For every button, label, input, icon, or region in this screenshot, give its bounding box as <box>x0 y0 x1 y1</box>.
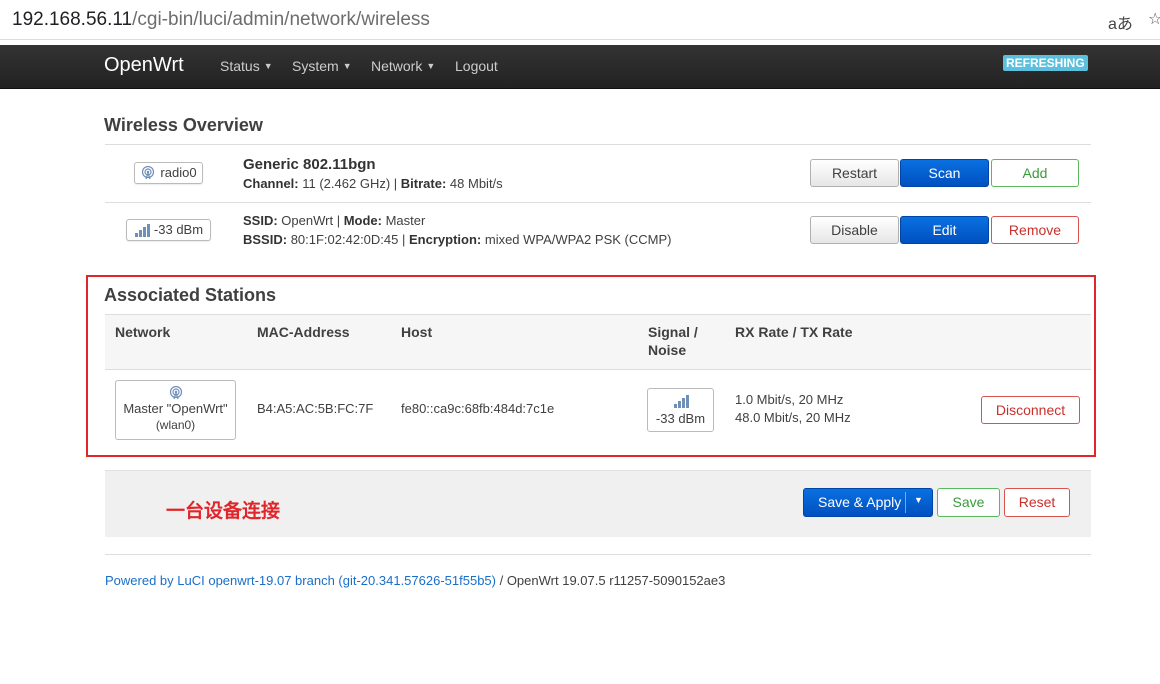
save-button[interactable]: Save <box>937 488 1000 517</box>
wireless-overview-title: Wireless Overview <box>104 115 263 135</box>
dropdown-caret-icon[interactable]: ▼ <box>914 495 923 505</box>
signal-bars-icon <box>134 224 150 237</box>
caret-down-icon: ▼ <box>342 61 352 71</box>
footer: Powered by LuCI openwrt-19.07 branch (gi… <box>105 573 725 588</box>
reset-button[interactable]: Reset <box>1004 488 1070 517</box>
disconnect-button[interactable]: Disconnect <box>981 396 1080 424</box>
col-rate: RX Rate / TX Rate <box>735 324 853 340</box>
network-ssid-line: SSID: OpenWrt | Mode: Master <box>243 213 426 228</box>
station-network-name: Master "OpenWrt" <box>123 401 228 416</box>
radio-badge: radio0 <box>134 162 203 184</box>
device-details: Channel: 11 (2.462 GHz) | Bitrate: 48 Mb… <box>243 176 503 191</box>
refreshing-badge[interactable]: REFRESHING <box>1003 55 1088 71</box>
menu-network[interactable]: Network ▼ <box>371 58 435 74</box>
menu-system[interactable]: System ▼ <box>292 58 352 74</box>
save-apply-button[interactable]: Save & Apply ▼ <box>803 488 933 517</box>
associated-stations-title: Associated Stations <box>104 285 277 305</box>
url-host: 192.168.56.11 <box>12 9 133 30</box>
edit-button[interactable]: Edit <box>900 216 989 244</box>
split-divider <box>905 492 906 513</box>
divider <box>105 202 1091 203</box>
footer-version: / OpenWrt 19.07.5 r11257-5090152ae3 <box>495 573 726 588</box>
col-mac: MAC-Address <box>257 324 350 340</box>
menu-status[interactable]: Status ▼ <box>220 58 273 74</box>
brand-logo[interactable]: OpenWrt <box>104 54 184 77</box>
radio-badge-label: radio0 <box>160 165 197 180</box>
divider <box>105 554 1091 555</box>
remove-button[interactable]: Remove <box>991 216 1079 244</box>
translate-icon[interactable]: aあ <box>1108 10 1133 34</box>
save-apply-label: Save & Apply <box>818 494 902 510</box>
wifi-icon <box>142 165 155 180</box>
restart-button[interactable]: Restart <box>810 159 899 187</box>
col-host: Host <box>401 324 433 340</box>
device-name: Generic 802.11bgn <box>243 156 376 173</box>
divider <box>105 144 1091 145</box>
signal-badge: -33 dBm <box>126 219 211 241</box>
station-signal-badge: -33 dBm <box>647 388 714 432</box>
add-button[interactable]: Add <box>991 159 1079 187</box>
station-tx-rate: 48.0 Mbit/s, 20 MHz <box>735 410 851 425</box>
url-path: /cgi-bin/luci/admin/network/wireless <box>132 9 430 30</box>
caret-down-icon: ▼ <box>263 61 273 71</box>
favorite-icon[interactable]: ☆ <box>1148 9 1160 29</box>
annotation-note: 一台设备连接 <box>166 500 281 522</box>
station-network-iface: (wlan0) <box>155 418 196 432</box>
network-bssid-line: BSSID: 80:1F:02:42:0D:45 | Encryption: m… <box>243 232 672 247</box>
luci-link[interactable]: Powered by LuCI openwrt-19.07 branch (gi… <box>105 573 496 588</box>
station-signal-value: -33 dBm <box>655 411 706 426</box>
signal-bars-icon <box>673 395 689 408</box>
top-navbar: OpenWrt Status ▼ System ▼ Network ▼ Logout … <box>0 45 1160 89</box>
station-mac: B4:A5:AC:5B:FC:7F <box>257 401 374 416</box>
wifi-icon <box>169 385 182 400</box>
menu-logout[interactable]: Logout <box>455 58 498 74</box>
disable-button[interactable]: Disable <box>810 216 899 244</box>
station-rx-rate: 1.0 Mbit/s, 20 MHz <box>735 392 844 407</box>
col-signal: Signal / Noise <box>648 324 698 358</box>
caret-down-icon: ▼ <box>426 61 436 71</box>
signal-badge-label: -33 dBm <box>153 222 204 237</box>
stations-table-header <box>105 314 1091 370</box>
scan-button[interactable]: Scan <box>900 159 989 187</box>
station-host: fe80::ca9c:68fb:484d:7c1e <box>401 401 555 416</box>
col-network: Network <box>115 324 171 340</box>
address-bar[interactable]: 192.168.56.11/cgi-bin/luci/admin/network… <box>0 0 1160 40</box>
url-text[interactable]: 192.168.56.11/cgi-bin/luci/admin/network… <box>12 9 430 31</box>
station-network-badge: Master "OpenWrt" (wlan0) <box>115 380 236 440</box>
